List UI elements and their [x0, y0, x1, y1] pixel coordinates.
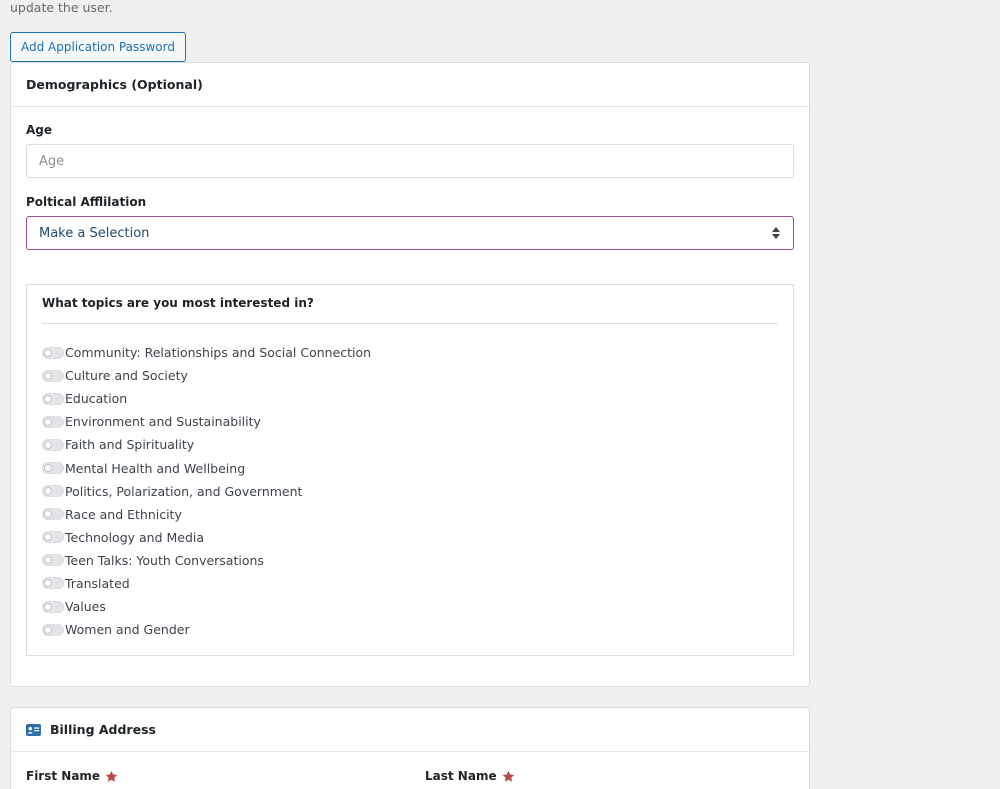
topics-title: What topics are you most interested in? [42, 296, 314, 310]
toggle-knob [44, 510, 52, 519]
toggle-knob [44, 440, 52, 449]
topic-item[interactable]: Values [42, 595, 371, 618]
age-label: Age [26, 123, 53, 137]
topic-item[interactable]: Teen Talks: Youth Conversations [42, 549, 371, 572]
toggle-knob [44, 464, 52, 473]
topic-item[interactable]: Faith and Spirituality [42, 433, 371, 456]
political-affiliation-select[interactable]: Make a Selection [26, 216, 794, 250]
first-name-text: First Name [26, 769, 101, 783]
toggle-knob [44, 371, 52, 380]
billing-panel: Billing Address First Name Last Name [10, 707, 810, 789]
topics-box: What topics are you most interested in? … [26, 284, 794, 656]
topic-label: Race and Ethnicity [65, 506, 182, 522]
topic-label: Culture and Society [65, 368, 188, 384]
toggle-switch[interactable] [42, 369, 64, 382]
topics-divider [42, 323, 778, 324]
profile-page: update the user. Add Application Passwor… [0, 0, 1000, 789]
toggle-switch[interactable] [42, 462, 64, 475]
last-name-text: Last Name [425, 769, 497, 783]
toggle-knob [44, 556, 52, 565]
toggle-knob [44, 579, 52, 588]
billing-title: Billing Address [50, 722, 156, 737]
topic-label: Women and Gender [65, 622, 190, 638]
topic-item[interactable]: Translated [42, 572, 371, 595]
add-application-password-button[interactable]: Add Application Password [10, 32, 186, 62]
topic-label: Translated [65, 575, 130, 591]
toggle-switch[interactable] [42, 392, 64, 405]
political-affiliation-label: Poltical Afflilation [26, 195, 147, 209]
topic-item[interactable]: Women and Gender [42, 618, 371, 641]
topic-item[interactable]: Environment and Sustainability [42, 410, 371, 433]
topic-item[interactable]: Culture and Society [42, 364, 371, 387]
political-affiliation-value: Make a Selection [39, 225, 150, 241]
select-arrows-icon [771, 226, 781, 240]
required-star-icon [105, 770, 118, 783]
first-name-label: First Name [26, 769, 118, 783]
topic-label: Values [65, 599, 106, 615]
toggle-knob [44, 348, 52, 357]
toggle-switch[interactable] [42, 346, 64, 359]
required-star-icon [502, 770, 515, 783]
topic-label: Faith and Spirituality [65, 437, 195, 453]
toggle-knob [44, 602, 52, 611]
billing-header: Billing Address [11, 708, 809, 752]
topic-label: Mental Health and Wellbeing [65, 460, 246, 476]
topic-label: Technology and Media [65, 529, 205, 545]
toggle-switch[interactable] [42, 600, 64, 613]
toggle-switch[interactable] [42, 554, 64, 567]
topic-label: Teen Talks: Youth Conversations [65, 552, 264, 568]
toggle-switch[interactable] [42, 531, 64, 544]
toggle-switch[interactable] [42, 508, 64, 521]
last-name-label: Last Name [425, 769, 515, 783]
demographics-header: Demographics (Optional) [11, 63, 809, 107]
toggle-knob [44, 487, 52, 496]
toggle-switch[interactable] [42, 577, 64, 590]
topic-label: Politics, Polarization, and Government [65, 483, 303, 499]
topic-item[interactable]: Mental Health and Wellbeing [42, 456, 371, 479]
toggle-knob [44, 625, 52, 634]
toggle-switch[interactable] [42, 438, 64, 451]
toggle-knob [44, 417, 52, 426]
age-input[interactable] [26, 144, 794, 178]
topic-item[interactable]: Politics, Polarization, and Government [42, 480, 371, 503]
demographics-panel: Demographics (Optional) Age Poltical Aff… [10, 62, 810, 687]
topic-label: Community: Relationships and Social Conn… [65, 345, 372, 361]
demographics-title: Demographics (Optional) [26, 77, 203, 92]
topic-label: Environment and Sustainability [65, 414, 261, 430]
toggle-switch[interactable] [42, 485, 64, 498]
toggle-switch[interactable] [42, 623, 64, 636]
topic-item[interactable]: Race and Ethnicity [42, 503, 371, 526]
toggle-knob [44, 394, 52, 403]
intro-text: update the user. [10, 0, 113, 15]
toggle-switch[interactable] [42, 415, 64, 428]
id-card-icon [26, 723, 41, 736]
topic-item[interactable]: Technology and Media [42, 526, 371, 549]
topic-item[interactable]: Education [42, 387, 371, 410]
toggle-knob [44, 533, 52, 542]
topic-item[interactable]: Community: Relationships and Social Conn… [42, 341, 371, 364]
topics-list: Community: Relationships and Social Conn… [42, 341, 371, 641]
topic-label: Education [65, 391, 128, 407]
